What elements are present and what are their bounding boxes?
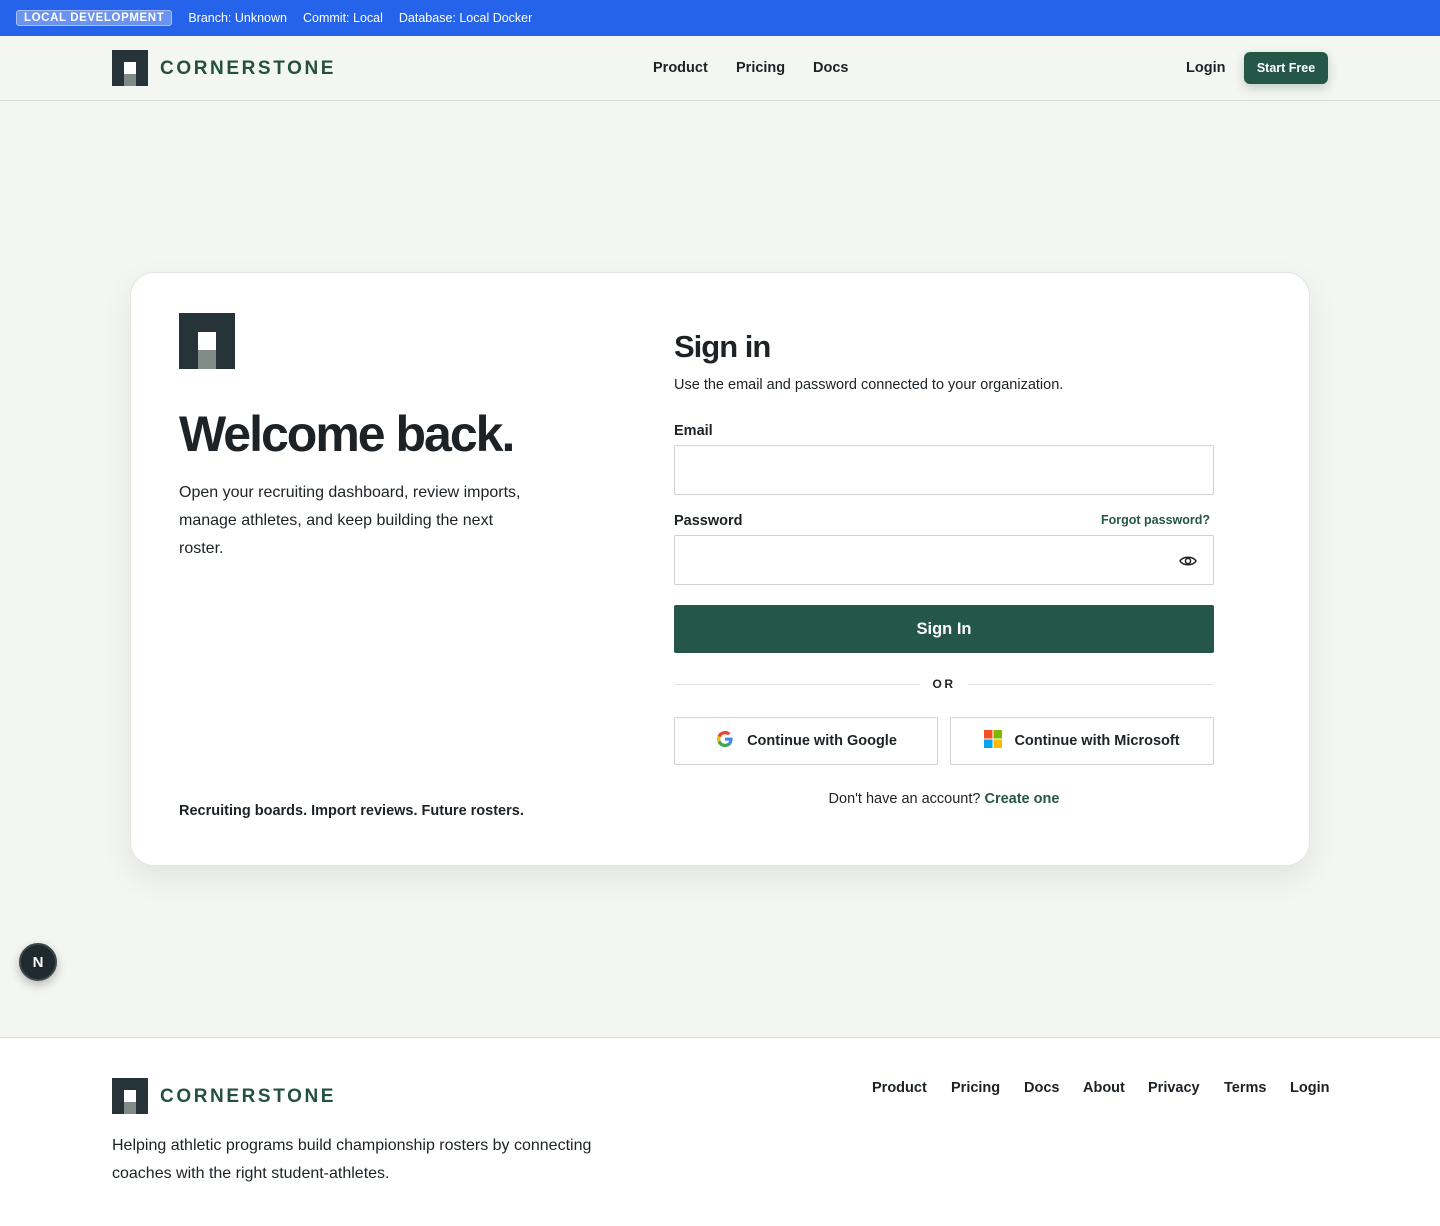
signup-prompt: Don't have an account? Create one	[674, 791, 1214, 807]
tagline: Recruiting boards. Import reviews. Futur…	[179, 803, 524, 819]
database-info: Database: Local Docker	[398, 11, 533, 25]
welcome-heading: Welcome back.	[179, 406, 515, 462]
environment-badge: LOCAL DEVELOPMENT	[16, 10, 173, 26]
microsoft-button-label: Continue with Microsoft	[1014, 733, 1180, 749]
welcome-description: Open your recruiting dashboard, review i…	[179, 484, 521, 557]
site-header: CORNERSTONE Product Pricing Docs Login S…	[0, 36, 1440, 101]
commit-info: Commit: Local	[303, 11, 383, 25]
create-account-link[interactable]: Create one	[984, 791, 1059, 807]
password-label: Password	[674, 513, 743, 529]
start-free-button[interactable]: Start Free	[1244, 52, 1328, 84]
footer-link-docs[interactable]: Docs	[1024, 1080, 1059, 1096]
divider-right	[968, 684, 1214, 685]
or-separator: OR	[932, 677, 956, 691]
forgot-password-link[interactable]: Forgot password?	[1101, 513, 1210, 527]
footer-brand-name[interactable]: CORNERSTONE	[160, 1086, 336, 1108]
microsoft-icon	[984, 730, 1003, 752]
sign-in-subtitle: Use the email and password connected to …	[674, 377, 1064, 393]
google-sign-in-button[interactable]: Continue with Google	[674, 717, 938, 765]
email-field[interactable]	[674, 445, 1214, 495]
login-link[interactable]: Login	[1186, 60, 1225, 76]
footer-description: Helping athletic programs build champion…	[112, 1137, 592, 1182]
password-field[interactable]	[674, 535, 1214, 585]
dev-tools-button[interactable]: N	[19, 943, 57, 981]
site-footer: CORNERSTONE Helping athletic programs bu…	[0, 1037, 1440, 1226]
branch-info: Branch: Unknown	[188, 11, 287, 25]
no-account-text: Don't have an account?	[828, 791, 981, 807]
sign-in-card: Welcome back. Open your recruiting dashb…	[130, 272, 1310, 866]
logo-icon[interactable]	[112, 1078, 148, 1114]
footer-link-about[interactable]: About	[1083, 1080, 1125, 1096]
logo-icon	[179, 313, 235, 369]
footer-link-terms[interactable]: Terms	[1224, 1080, 1266, 1096]
sign-in-heading: Sign in	[674, 329, 771, 364]
footer-link-product[interactable]: Product	[872, 1080, 927, 1096]
footer-link-pricing[interactable]: Pricing	[951, 1080, 1000, 1096]
nav-docs[interactable]: Docs	[813, 60, 848, 76]
footer-link-login[interactable]: Login	[1290, 1080, 1329, 1096]
email-label: Email	[674, 423, 713, 439]
eye-icon[interactable]	[1178, 551, 1198, 571]
microsoft-sign-in-button[interactable]: Continue with Microsoft	[950, 717, 1214, 765]
footer-link-privacy[interactable]: Privacy	[1148, 1080, 1200, 1096]
sign-in-button[interactable]: Sign In	[674, 605, 1214, 653]
divider-left	[674, 684, 920, 685]
google-button-label: Continue with Google	[747, 733, 897, 749]
nav-pricing[interactable]: Pricing	[736, 60, 785, 76]
brand-name[interactable]: CORNERSTONE	[160, 58, 336, 80]
nav-product[interactable]: Product	[653, 60, 708, 76]
dev-environment-bar: LOCAL DEVELOPMENT Branch: Unknown Commit…	[0, 0, 1440, 36]
logo-icon[interactable]	[112, 50, 148, 86]
google-icon	[715, 729, 735, 753]
